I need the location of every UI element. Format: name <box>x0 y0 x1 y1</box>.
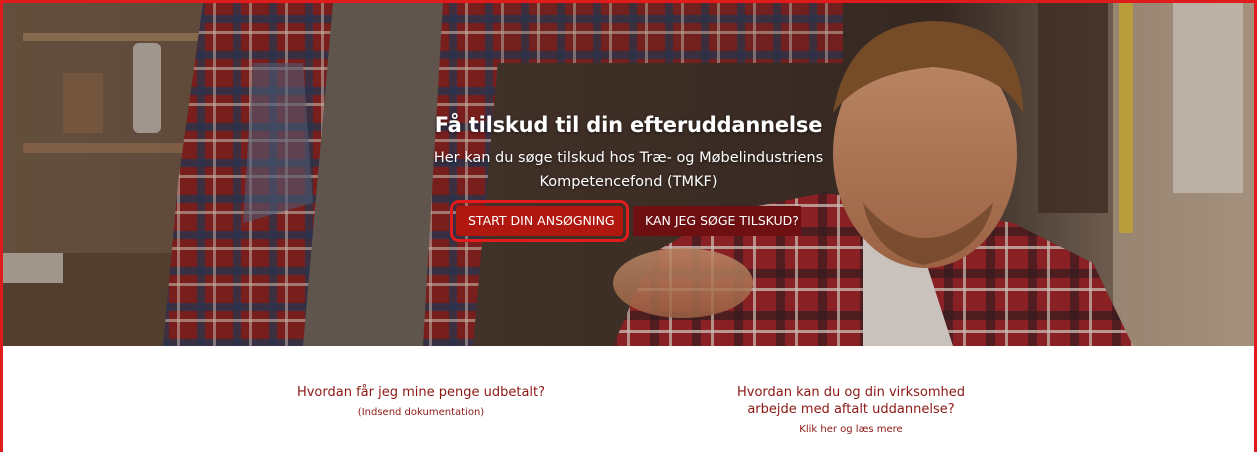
hero-subtitle-line-1: Her kan du søge tilskud hos Træ- og Møbe… <box>433 150 824 166</box>
payout-link[interactable]: Hvordan får jeg mine penge udbetalt? <box>271 384 571 401</box>
hero-button-row: START DIN ANSØGNING KAN JEG SØGE TILSKUD… <box>3 200 1254 242</box>
read-more-link[interactable]: Klik her og læs mere <box>701 423 1001 437</box>
eligibility-button[interactable]: KAN JEG SØGE TILSKUD? <box>633 206 801 236</box>
page-frame: Få tilskud til din efteruddannelse Her k… <box>0 0 1257 452</box>
hero-title: Få tilskud til din efteruddannelse <box>434 113 823 137</box>
agreed-education-link-line-1[interactable]: Hvordan kan du og din virksomhed <box>701 384 1001 401</box>
start-application-button[interactable]: START DIN ANSØGNING <box>450 200 629 242</box>
info-links-section: Hvordan får jeg mine penge udbetalt? (In… <box>3 346 1254 452</box>
agreed-education-link-block[interactable]: Hvordan kan du og din virksomhed arbejde… <box>701 384 1001 437</box>
hero-subtitle-line-2: Kompetencefond (TMKF) <box>539 174 718 190</box>
payout-link-block[interactable]: Hvordan får jeg mine penge udbetalt? (In… <box>271 384 571 420</box>
submit-documentation-link[interactable]: (Indsend dokumentation) <box>271 406 571 420</box>
hero-content: Få tilskud til din efteruddannelse Her k… <box>3 111 1254 242</box>
hero-subtitle: Her kan du søge tilskud hos Træ- og Møbe… <box>3 146 1254 194</box>
agreed-education-link-line-2[interactable]: arbejde med aftalt uddannelse? <box>701 401 1001 418</box>
hero-banner: Få tilskud til din efteruddannelse Her k… <box>3 3 1254 346</box>
